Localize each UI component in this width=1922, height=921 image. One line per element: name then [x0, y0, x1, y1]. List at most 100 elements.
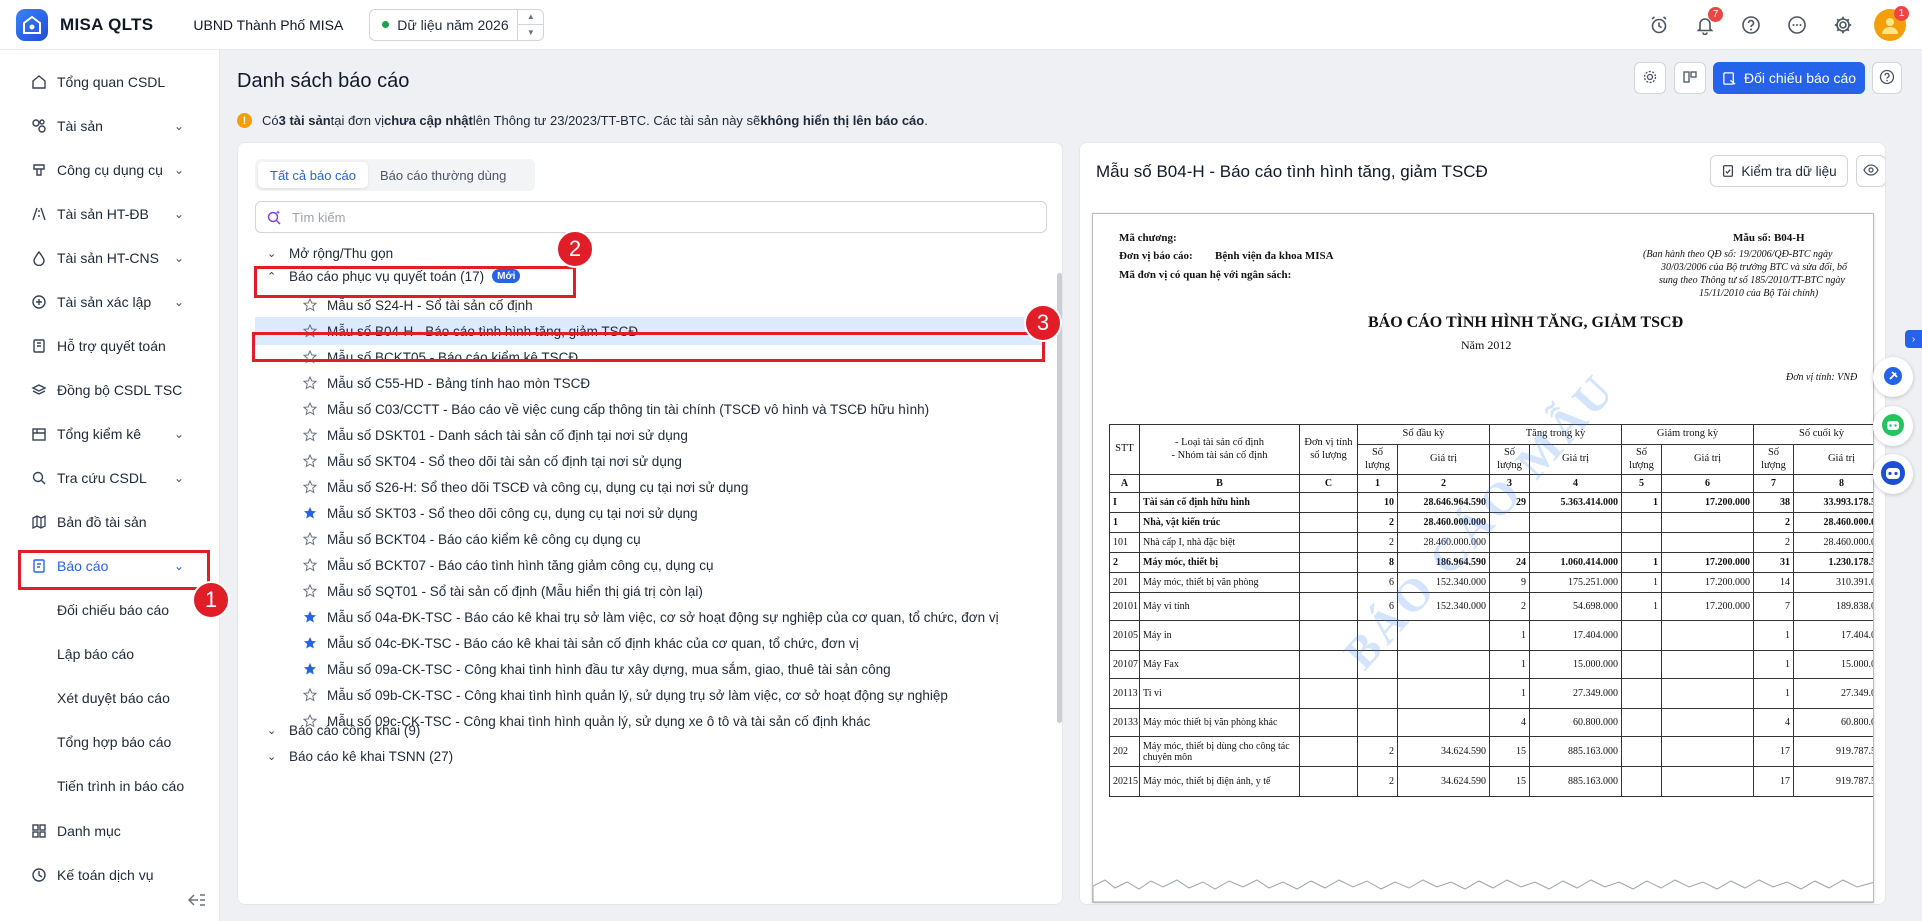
table-cell: 1 — [1489, 620, 1530, 651]
collapse-sidebar-icon[interactable] — [182, 887, 212, 913]
sidebar-item-tools[interactable]: Công cụ dụng cụ ⌄ — [20, 152, 200, 188]
star-outline-icon[interactable] — [303, 480, 317, 494]
star-outline-icon[interactable] — [303, 454, 317, 468]
star-outline-icon[interactable] — [303, 298, 317, 312]
list-scrollbar[interactable] — [1057, 273, 1062, 723]
report-tabs: Tất cả báo cáo Báo cáo thường dùng — [255, 159, 535, 191]
gear-icon — [1642, 69, 1658, 88]
sidebar-item-db-lookup[interactable]: Tra cứu CSDL ⌄ — [20, 460, 200, 496]
report-list-item[interactable]: Mẫu số 09a-CK-TSC - Công khai tình hình … — [255, 655, 1045, 683]
sidebar-item-sync-db[interactable]: Đồng bộ CSDL TSC — [20, 372, 200, 408]
star-filled-icon[interactable] — [303, 636, 317, 650]
star-outline-icon[interactable] — [303, 402, 317, 416]
report-list-item[interactable]: Mẫu số SKT03 - Sổ theo dõi công cụ, dụng… — [255, 499, 1045, 527]
settings-button[interactable] — [1634, 62, 1666, 94]
table-cell: 919.787.590 — [1792, 766, 1873, 797]
sidebar-item-categories[interactable]: Danh mục — [20, 813, 200, 849]
eye-icon — [1863, 162, 1879, 181]
table-cell: 2 — [1109, 552, 1140, 573]
star-filled-icon[interactable] — [303, 506, 317, 520]
star-outline-icon[interactable] — [303, 428, 317, 442]
sidebar-item-water-assets[interactable]: Tài sản HT-CNS ⌄ — [20, 240, 200, 276]
check-data-button[interactable]: Kiểm tra dữ liệu — [1710, 155, 1848, 187]
report-list-item[interactable]: Mẫu số 04a-ĐK-TSC - Báo cáo kê khai trụ … — [255, 603, 1045, 631]
star-outline-icon[interactable] — [303, 532, 317, 546]
sidebar-item-label: Tài sản — [57, 118, 103, 134]
sidebar-subitem-compare-reports[interactable]: Đối chiếu báo cáo — [57, 602, 169, 618]
app-logo[interactable]: MISA QLTS — [16, 8, 153, 41]
table-cell: 2 — [1357, 766, 1398, 797]
assistant-robot-button[interactable] — [1873, 454, 1913, 494]
org-name: UBND Thành Phố MISA — [193, 16, 344, 33]
sidebar-item-asset-map[interactable]: Bản đồ tài sản — [20, 504, 200, 540]
sidebar-item-inventory[interactable]: Tổng kiểm kê ⌄ — [20, 416, 200, 452]
help-icon[interactable] — [1736, 10, 1766, 40]
report-list-item[interactable]: Mẫu số BCKT07 - Báo cáo tình hình tăng g… — [255, 551, 1045, 579]
more-options-icon[interactable] — [1782, 10, 1812, 40]
tab-frequent-reports[interactable]: Báo cáo thường dùng — [368, 162, 518, 188]
tab-all-reports[interactable]: Tất cả báo cáo — [258, 162, 368, 188]
star-outline-icon[interactable] — [303, 376, 317, 390]
sidebar-item-settlement-support[interactable]: Hỗ trợ quyết toán — [20, 328, 200, 364]
report-list-item[interactable]: Mẫu số SKT04 - Sổ theo dõi tài sản cố đị… — [255, 447, 1045, 475]
report-preview-panel: Mẫu số B04-H - Báo cáo tình hình tăng, g… — [1079, 142, 1886, 905]
table-cell — [1529, 532, 1622, 553]
star-outline-icon[interactable] — [303, 558, 317, 572]
quick-action-button[interactable] — [1873, 357, 1913, 397]
report-list-item[interactable]: Mẫu số BCKT04 - Báo cáo kiểm kê công cụ … — [255, 525, 1045, 553]
alarm-clock-icon[interactable] — [1644, 10, 1674, 40]
star-filled-icon[interactable] — [303, 662, 317, 676]
inventory-icon — [30, 425, 48, 443]
sidebar-subitem-summary-report[interactable]: Tổng hợp báo cáo — [57, 734, 171, 750]
star-outline-icon[interactable] — [303, 584, 317, 598]
preview-toggle-button[interactable] — [1856, 155, 1885, 187]
col-header-category: - Loại tài sản cố định - Nhóm tài sản cố… — [1139, 424, 1300, 475]
table-cell — [1661, 736, 1754, 767]
report-list-item[interactable]: Mẫu số DSKT01 - Danh sách tài sản cố địn… — [255, 421, 1045, 449]
year-selector[interactable]: Dữ liệu năm 2026 ▲ ▼ — [369, 8, 545, 41]
report-list-item[interactable]: Mẫu số SQT01 - Sổ tài sản cố định (Mẫu h… — [255, 577, 1045, 605]
sidebar-item-road-assets[interactable]: Tài sản HT-ĐB ⌄ — [20, 196, 200, 232]
star-outline-icon[interactable] — [303, 688, 317, 702]
user-avatar[interactable]: 1 — [1874, 6, 1909, 41]
notification-bell-icon[interactable]: 7 — [1690, 7, 1723, 40]
year-stepper[interactable]: ▲ ▼ — [517, 9, 544, 40]
sidebar-item-service-accounting[interactable]: Kế toán dịch vụ — [20, 857, 200, 893]
report-list-item[interactable]: Mẫu số C03/CCTT - Báo cáo về việc cung c… — [255, 395, 1045, 423]
chat-support-button[interactable] — [1873, 406, 1913, 446]
table-cell: 885.163.000 — [1529, 736, 1622, 767]
report-list-item[interactable]: Mẫu số 09b-CK-TSC - Công khai tình hình … — [255, 681, 1045, 709]
help-button[interactable] — [1872, 62, 1902, 94]
map-icon — [30, 513, 48, 531]
sidebar-subitem-approve-report[interactable]: Xét duyệt báo cáo — [57, 690, 170, 706]
table-cell — [1299, 678, 1358, 709]
report-list-item[interactable]: Mẫu số C55-HD - Bảng tính hao mòn TSCĐ — [255, 369, 1045, 397]
report-label: Mẫu số C03/CCTT - Báo cáo về việc cung c… — [327, 401, 930, 417]
table-cell — [1357, 708, 1398, 737]
settings-gear-icon[interactable] — [1828, 10, 1858, 40]
layout-toggle-button[interactable] — [1674, 62, 1706, 94]
table-cell — [1397, 678, 1490, 709]
expand-right-panel-icon[interactable]: › — [1905, 330, 1922, 348]
table-cell: 20113 — [1109, 678, 1140, 709]
chevron-up-icon[interactable]: ▲ — [518, 10, 544, 25]
report-list-item[interactable]: Mẫu số 04c-ĐK-TSC - Báo cáo kê khai tài … — [255, 629, 1045, 657]
sidebar-item-established-assets[interactable]: Tài sản xác lập ⌄ — [20, 284, 200, 320]
notice-bold: không hiển thị lên báo cáo — [760, 113, 925, 128]
chevron-down-icon[interactable]: ▼ — [518, 25, 543, 40]
sidebar-item-assets[interactable]: Tài sản ⌄ — [20, 108, 200, 144]
report-list-item[interactable]: Mẫu số S26-H: Sổ theo dõi TSCĐ và công c… — [255, 473, 1045, 501]
search-box[interactable] — [255, 201, 1047, 233]
warning-notice: ! Có 3 tài sản tại đơn vị chưa cập nhật … — [237, 113, 928, 128]
sidebar-item-label: Tổng quan CSDL — [57, 74, 166, 90]
search-input[interactable] — [292, 209, 992, 225]
sidebar-item-overview[interactable]: Tổng quan CSDL — [20, 64, 200, 100]
sidebar-subitem-create-report[interactable]: Lập báo cáo — [57, 646, 134, 662]
compare-report-button[interactable]: Đối chiếu báo cáo — [1713, 62, 1865, 94]
table-cell: 2 — [1357, 512, 1398, 533]
star-filled-icon[interactable] — [303, 610, 317, 624]
table-cell: 17.200.000 — [1661, 492, 1754, 513]
sidebar-item-label: Kế toán dịch vụ — [57, 867, 154, 883]
group-declaration-reports[interactable]: ⌄ Báo cáo kê khai TSNN (27) — [255, 741, 453, 771]
sidebar-subitem-print-progress[interactable]: Tiến trình in báo cáo — [57, 778, 184, 794]
